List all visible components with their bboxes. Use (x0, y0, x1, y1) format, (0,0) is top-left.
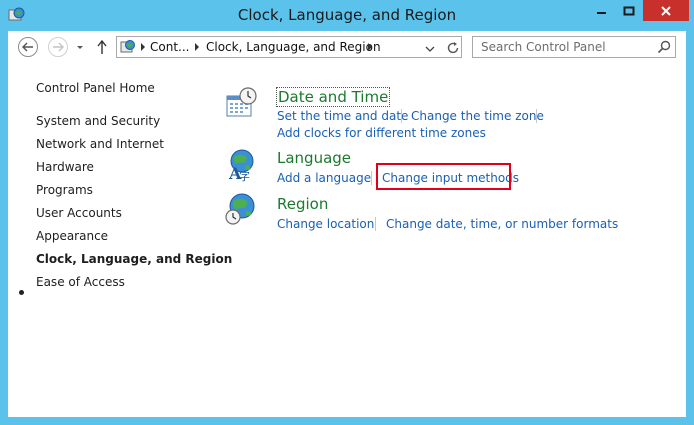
sidebar: Control Panel Home System and Security N… (8, 65, 232, 417)
language-globe-icon[interactable]: A 字 (224, 148, 258, 182)
address-bar: Cont... Clock, Language, and Region (8, 31, 686, 65)
window-content: Cont... Clock, Language, and Region Cont… (8, 31, 686, 417)
search-icon[interactable] (657, 40, 671, 54)
forward-arrow-icon (53, 42, 64, 52)
sidebar-item-network-and-internet[interactable]: Network and Internet (36, 137, 164, 151)
breadcrumb-separator-icon[interactable] (141, 43, 145, 51)
up-arrow-icon[interactable] (96, 39, 108, 55)
link-change-formats[interactable]: Change date, time, or number formats (386, 217, 618, 231)
region-globe-icon[interactable] (224, 192, 258, 226)
breadcrumb-control-panel[interactable]: Cont... (150, 40, 189, 54)
svg-text:字: 字 (239, 169, 250, 182)
clock-calendar-icon[interactable] (224, 86, 258, 120)
control-panel-path-icon (120, 40, 135, 53)
close-button[interactable] (643, 0, 689, 21)
category-title-language[interactable]: Language (277, 149, 351, 167)
sidebar-item-appearance[interactable]: Appearance (36, 229, 108, 243)
link-separator (375, 217, 376, 231)
link-add-clocks[interactable]: Add clocks for different time zones (277, 126, 486, 140)
forward-button[interactable] (48, 37, 68, 57)
back-button[interactable] (18, 37, 38, 57)
sidebar-item-user-accounts[interactable]: User Accounts (36, 206, 122, 220)
sidebar-item-system-and-security[interactable]: System and Security (36, 114, 160, 128)
minimize-icon (597, 11, 606, 14)
link-separator (371, 171, 372, 185)
sidebar-item-clock-language-region[interactable]: Clock, Language, and Region (36, 252, 232, 266)
search-input[interactable] (473, 37, 657, 57)
sidebar-item-ease-of-access[interactable]: Ease of Access (36, 275, 125, 289)
breadcrumb-separator-icon[interactable] (195, 43, 199, 51)
link-change-time-zone[interactable]: Change the time zone (411, 109, 544, 123)
link-set-time-and-date[interactable]: Set the time and date (277, 109, 408, 123)
maximize-button[interactable] (616, 0, 642, 21)
breadcrumb-clock-language-region[interactable]: Clock, Language, and Region (206, 40, 381, 54)
refresh-icon[interactable] (445, 40, 461, 56)
address-path-box[interactable]: Cont... Clock, Language, and Region (116, 36, 462, 58)
link-add-a-language[interactable]: Add a language (277, 171, 371, 185)
active-item-bullet (19, 290, 24, 295)
category-title-region[interactable]: Region (277, 195, 328, 213)
close-icon (661, 5, 671, 16)
title-bar[interactable]: Clock, Language, and Region (0, 0, 694, 31)
link-change-location[interactable]: Change location (277, 217, 374, 231)
highlight-box (376, 163, 511, 190)
recent-locations-chevron-icon[interactable] (75, 40, 85, 54)
sidebar-item-programs[interactable]: Programs (36, 183, 93, 197)
address-dropdown-chevron-icon[interactable] (425, 45, 435, 53)
control-panel-window: Clock, Language, and Region Cont... Cloc… (0, 0, 694, 425)
maximize-icon (623, 6, 635, 15)
breadcrumb-separator-icon[interactable] (368, 43, 372, 51)
minimize-button[interactable] (589, 0, 615, 21)
search-box[interactable] (472, 36, 676, 58)
sidebar-control-panel-home[interactable]: Control Panel Home (36, 81, 155, 95)
link-separator (536, 109, 537, 123)
sidebar-item-hardware[interactable]: Hardware (36, 160, 94, 174)
main-content: Date and Time Set the time and date Chan… (218, 65, 686, 417)
back-arrow-icon (22, 42, 33, 52)
category-title-date-and-time[interactable]: Date and Time (276, 87, 391, 107)
link-separator (401, 109, 402, 123)
